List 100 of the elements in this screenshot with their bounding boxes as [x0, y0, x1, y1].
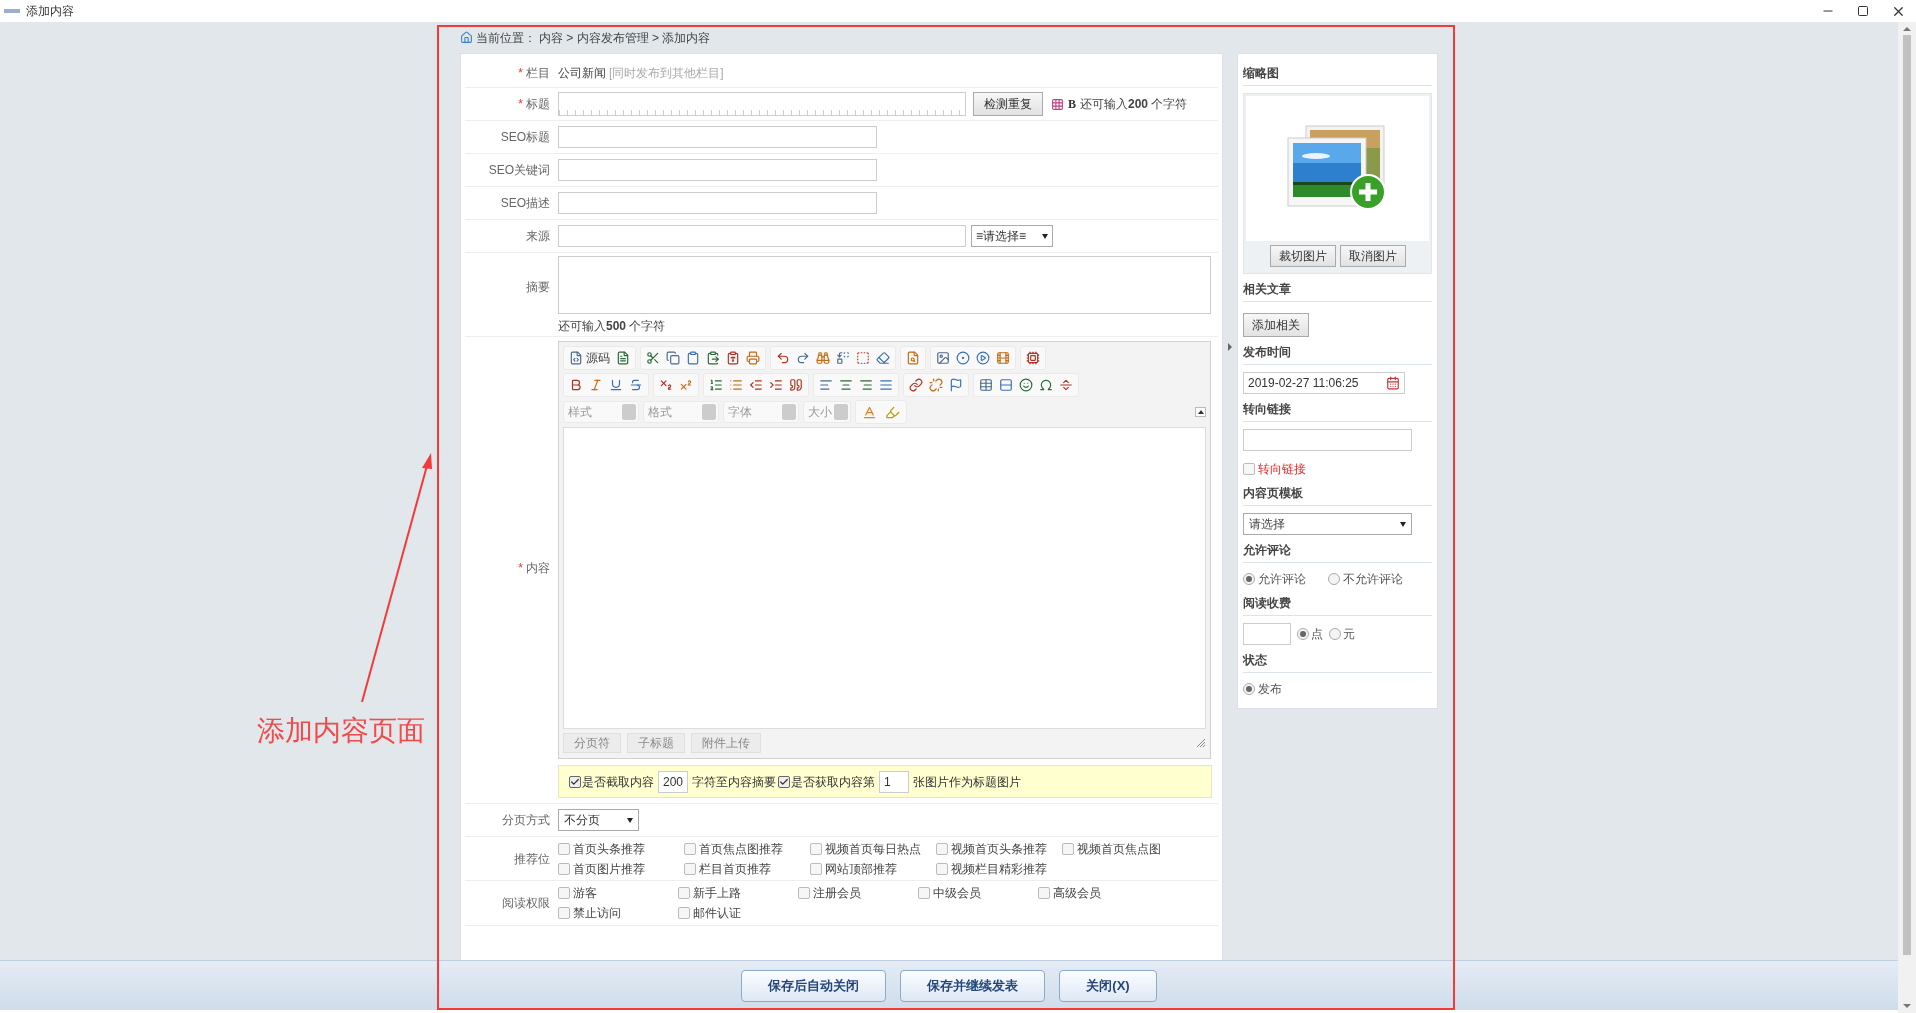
- align-justify-icon[interactable]: [879, 378, 893, 392]
- resize-grip-icon[interactable]: [1196, 738, 1206, 748]
- pagination-select[interactable]: 不分页: [558, 809, 639, 831]
- footer-button[interactable]: 保存后自动关闭: [741, 969, 887, 1002]
- option-label: 视频首页头条推荐: [951, 840, 1047, 858]
- radio-button[interactable]: [1328, 573, 1340, 585]
- checkbox[interactable]: [810, 842, 822, 855]
- align-right-icon[interactable]: [859, 378, 873, 392]
- input-field[interactable]: [558, 126, 877, 148]
- undo-icon[interactable]: [776, 351, 790, 365]
- outdent-icon[interactable]: [749, 378, 763, 392]
- number-field[interactable]: 1: [879, 770, 909, 793]
- calendar-icon[interactable]: [1386, 376, 1400, 390]
- app-icon: [4, 8, 20, 14]
- radio-button[interactable]: [1243, 683, 1255, 695]
- thumbnail-button[interactable]: 裁切图片: [1269, 245, 1336, 267]
- subscript-icon[interactable]: [659, 378, 673, 392]
- radio-button[interactable]: [1243, 573, 1255, 585]
- checkbox[interactable]: [684, 862, 696, 875]
- checkbox[interactable]: [936, 862, 948, 875]
- strikethrough-icon[interactable]: [629, 378, 643, 392]
- table-icon[interactable]: [979, 378, 993, 392]
- radio-button[interactable]: [1329, 628, 1341, 640]
- checkbox[interactable]: [558, 842, 570, 855]
- indent-icon[interactable]: [769, 378, 783, 392]
- image-icon[interactable]: [936, 351, 950, 365]
- input-field[interactable]: [1243, 429, 1412, 451]
- source-toggle[interactable]: 源码: [586, 349, 610, 367]
- color-grid-icon[interactable]: [1051, 97, 1064, 111]
- highlight-color-icon[interactable]: [885, 404, 900, 420]
- chip-icon[interactable]: [1026, 351, 1040, 365]
- printer-icon[interactable]: [746, 351, 760, 365]
- number-field[interactable]: 200: [658, 770, 688, 793]
- thumbnail-button[interactable]: 取消图片: [1339, 245, 1406, 267]
- flag-icon[interactable]: [949, 378, 963, 392]
- source-select[interactable]: ≡请选择≡: [971, 225, 1053, 247]
- redo-icon[interactable]: [796, 351, 810, 365]
- numbered-list-icon[interactable]: [709, 378, 723, 392]
- clipboard-icon[interactable]: [686, 351, 700, 365]
- bullet-list-icon[interactable]: [729, 378, 743, 392]
- underline-icon[interactable]: [609, 378, 623, 392]
- eraser-icon[interactable]: [876, 351, 890, 365]
- date-field[interactable]: 2019-02-27 11:06:25: [1243, 372, 1405, 394]
- expand-arrow-icon[interactable]: [1228, 343, 1232, 351]
- link-icon[interactable]: [909, 378, 923, 392]
- source-code-icon[interactable]: [569, 351, 583, 365]
- input-field[interactable]: [1243, 623, 1291, 645]
- replace-icon[interactable]: [836, 351, 850, 365]
- bold-toggle[interactable]: B: [1068, 95, 1076, 113]
- checkbox[interactable]: [558, 887, 570, 899]
- input-field[interactable]: [558, 159, 877, 181]
- omega-icon[interactable]: [1039, 378, 1053, 392]
- maximize-icon[interactable]: [1857, 5, 1869, 17]
- radio-button[interactable]: [1297, 628, 1309, 640]
- checkbox[interactable]: [798, 887, 810, 899]
- footer-button[interactable]: 关闭(X): [1059, 969, 1157, 1002]
- smiley-icon[interactable]: [1019, 378, 1033, 392]
- scissors-icon[interactable]: [646, 351, 660, 365]
- paste-icon[interactable]: [706, 351, 720, 365]
- align-center-icon[interactable]: [839, 378, 853, 392]
- checkbox[interactable]: [936, 842, 948, 855]
- superscript-icon[interactable]: [679, 378, 693, 392]
- add-related-button[interactable]: 添加相关: [1243, 313, 1309, 337]
- quote-icon[interactable]: [789, 378, 803, 392]
- paste-text-icon[interactable]: [726, 351, 740, 365]
- checkbox[interactable]: [569, 775, 581, 788]
- copy-icon[interactable]: [666, 351, 680, 365]
- option-label: 注册会员: [813, 885, 861, 902]
- input-field[interactable]: [558, 192, 877, 214]
- checkbox[interactable]: [1243, 463, 1255, 475]
- binoculars-icon[interactable]: [816, 351, 830, 365]
- select-all-icon[interactable]: [856, 351, 870, 365]
- checkbox[interactable]: [918, 887, 930, 899]
- checkbox[interactable]: [1062, 842, 1074, 855]
- title-input[interactable]: [558, 92, 966, 116]
- checkbox[interactable]: [778, 775, 790, 788]
- checkbox[interactable]: [810, 862, 822, 875]
- section-heading: 内容页模板: [1243, 484, 1432, 506]
- collapse-toolbar-icon[interactable]: [1195, 407, 1206, 417]
- checkbox[interactable]: [678, 907, 690, 919]
- home-icon[interactable]: [460, 31, 473, 44]
- align-left-icon[interactable]: [819, 378, 833, 392]
- input-field[interactable]: [558, 225, 966, 247]
- text-color-icon[interactable]: [862, 404, 877, 420]
- checkbox[interactable]: [558, 862, 570, 875]
- checkbox[interactable]: [558, 907, 570, 919]
- scrollbar[interactable]: [1898, 22, 1916, 1013]
- check-duplicate-button[interactable]: 检测重复: [973, 92, 1043, 116]
- play-icon[interactable]: [976, 351, 990, 365]
- checkbox[interactable]: [678, 887, 690, 899]
- template-select[interactable]: 请选择: [1243, 513, 1412, 535]
- document-icon[interactable]: [616, 351, 630, 365]
- italic-icon[interactable]: [589, 378, 603, 392]
- checkbox[interactable]: [684, 842, 696, 855]
- film-icon[interactable]: [996, 351, 1010, 365]
- footer-button[interactable]: 保存并继续发表: [900, 969, 1046, 1002]
- unlink-icon[interactable]: [929, 378, 943, 392]
- checkbox[interactable]: [1038, 887, 1050, 899]
- preview-icon[interactable]: [906, 351, 920, 365]
- bold-icon[interactable]: [569, 378, 583, 392]
